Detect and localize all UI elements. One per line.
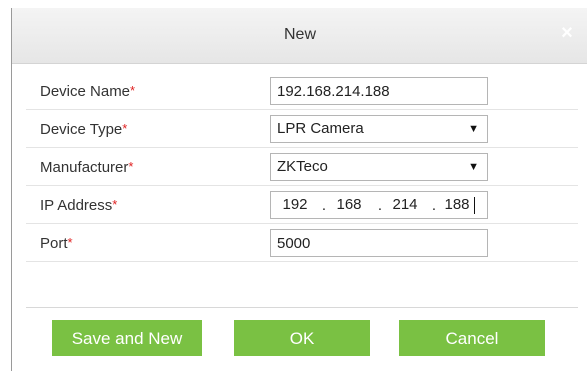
device-type-label: Device Type* xyxy=(40,121,127,138)
device-type-row: Device Type* LPR Camera ▼ xyxy=(26,111,578,148)
ip-separator: . xyxy=(321,197,327,214)
chevron-down-icon: ▼ xyxy=(468,161,479,173)
device-name-input[interactable] xyxy=(270,77,488,105)
device-name-label: Device Name* xyxy=(40,83,135,100)
manufacturer-value: ZKTeco xyxy=(277,158,328,175)
required-marker: * xyxy=(122,121,128,136)
dialog-title: New xyxy=(283,26,316,43)
close-icon[interactable]: × xyxy=(556,22,578,44)
manufacturer-label-text: Manufacturer xyxy=(40,159,129,176)
required-marker: * xyxy=(67,235,73,250)
required-marker: * xyxy=(128,159,134,174)
ip-address-row: IP Address* 192 . 168 . 214 . 188 xyxy=(26,187,578,224)
cancel-button[interactable]: Cancel xyxy=(399,320,545,356)
required-marker: * xyxy=(130,83,136,98)
device-name-label-text: Device Name xyxy=(40,83,131,100)
dialog-titlebar: New × xyxy=(12,8,587,64)
chevron-down-icon: ▼ xyxy=(468,123,479,135)
port-label-text: Port xyxy=(40,235,68,252)
ip-address-input[interactable]: 192 . 168 . 214 . 188 xyxy=(270,191,488,219)
ip-separator: . xyxy=(377,197,383,214)
manufacturer-label: Manufacturer* xyxy=(40,159,133,176)
new-device-dialog: New × Device Name* Device Type* LPR Came… xyxy=(11,8,587,371)
device-type-value: LPR Camera xyxy=(277,120,364,137)
manufacturer-row: Manufacturer* ZKTeco ▼ xyxy=(26,149,578,186)
ip-octet-2[interactable]: 168 xyxy=(329,192,369,218)
ok-button[interactable]: OK xyxy=(234,320,370,356)
required-marker: * xyxy=(112,197,118,212)
device-type-label-text: Device Type xyxy=(40,121,123,138)
manufacturer-select[interactable]: ZKTeco ▼ xyxy=(270,153,488,181)
port-label: Port* xyxy=(40,235,73,252)
ip-octet-1[interactable]: 192 xyxy=(275,192,315,218)
save-and-new-button[interactable]: Save and New xyxy=(52,320,202,356)
port-input[interactable] xyxy=(270,229,488,257)
text-caret xyxy=(474,197,475,214)
footer-divider xyxy=(26,307,578,308)
ip-address-label: IP Address* xyxy=(40,197,117,214)
ip-octet-4[interactable]: 188 xyxy=(437,192,477,218)
device-name-row: Device Name* xyxy=(26,73,578,110)
device-type-select[interactable]: LPR Camera ▼ xyxy=(270,115,488,143)
ip-address-label-text: IP Address xyxy=(40,197,113,214)
port-row: Port* xyxy=(26,225,578,262)
ip-octet-3[interactable]: 214 xyxy=(385,192,425,218)
